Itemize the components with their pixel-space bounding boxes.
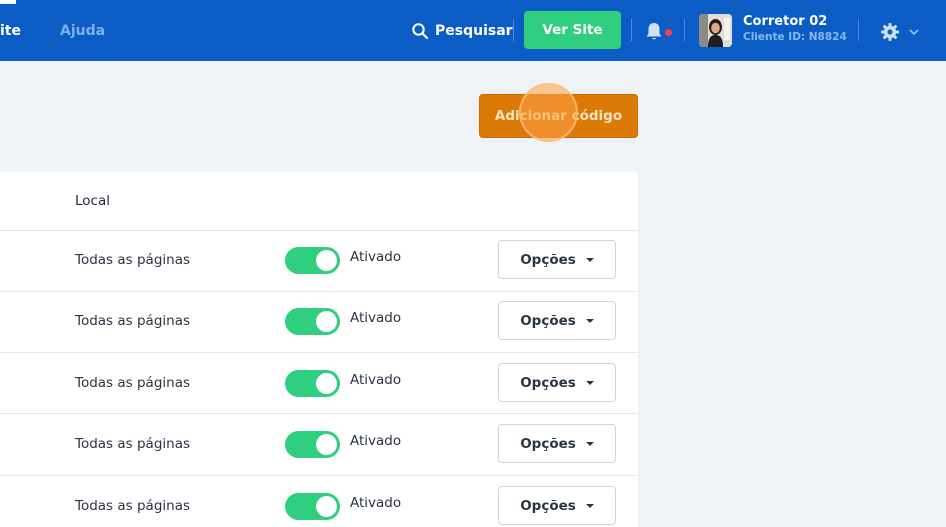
table-row: Todas as páginas Ativado Opções	[0, 230, 638, 291]
options-label: Opções	[520, 497, 576, 514]
row-status: Ativado	[350, 495, 402, 511]
user-avatar[interactable]	[699, 14, 732, 47]
row-status: Ativado	[350, 249, 402, 265]
status-toggle[interactable]	[285, 308, 340, 335]
options-label: Opções	[520, 312, 576, 329]
toggle-knob	[316, 250, 337, 271]
toggle-knob	[316, 496, 337, 517]
caret-down-icon	[585, 380, 594, 385]
options-label: Opções	[520, 251, 576, 268]
chevron-down-icon	[909, 29, 919, 36]
avatar-photo	[699, 14, 732, 47]
options-label: Opções	[520, 435, 576, 452]
table-row: Todas as páginas Ativado Opções	[0, 414, 638, 475]
toggle-knob	[316, 311, 337, 332]
options-dropdown-button[interactable]: Opções	[498, 486, 616, 525]
divider	[684, 19, 685, 41]
toggle-knob	[316, 434, 337, 455]
divider	[631, 19, 632, 41]
row-status: Ativado	[350, 372, 402, 388]
search-label: Pesquisar	[435, 23, 513, 39]
table-row: Todas as páginas Ativado Opções	[0, 291, 638, 352]
client-id: Cliente ID: N8824	[743, 31, 847, 43]
nav-item-site[interactable]: ite	[0, 21, 21, 41]
gear-icon	[881, 23, 899, 41]
search-button[interactable]: Pesquisar	[411, 20, 513, 42]
caret-down-icon	[585, 257, 594, 262]
notifications-button[interactable]	[644, 21, 674, 43]
table-row: Todas as páginas Ativado Opções	[0, 353, 638, 414]
row-local: Todas as páginas	[75, 252, 191, 268]
row-status: Ativado	[350, 310, 402, 326]
table-row: Todas as páginas Ativado Opções	[0, 476, 638, 527]
ver-site-button[interactable]: Ver Site	[524, 11, 621, 49]
caret-down-icon	[585, 441, 594, 446]
status-toggle[interactable]	[285, 247, 340, 274]
search-icon	[412, 23, 429, 40]
bell-icon	[646, 23, 662, 40]
row-local: Todas as páginas	[75, 436, 191, 452]
caret-down-icon	[585, 503, 594, 508]
column-header-local: Local	[75, 193, 110, 209]
row-local: Todas as páginas	[75, 313, 191, 329]
row-local: Todas as páginas	[75, 375, 191, 391]
notification-dot	[665, 29, 672, 36]
options-dropdown-button[interactable]: Opções	[498, 301, 616, 340]
nav-item-ajuda[interactable]: Ajuda	[60, 21, 105, 41]
row-status: Ativado	[350, 433, 402, 449]
logo-fragment	[0, 0, 16, 4]
options-dropdown-button[interactable]: Opções	[498, 424, 616, 463]
add-code-button[interactable]: Adicionar código	[479, 94, 638, 138]
options-label: Opções	[520, 374, 576, 391]
row-local: Todas as páginas	[75, 498, 191, 514]
divider	[858, 19, 859, 41]
divider	[513, 19, 514, 41]
status-toggle[interactable]	[285, 431, 340, 458]
toggle-knob	[316, 373, 337, 394]
user-name: Corretor 02	[743, 14, 828, 29]
options-dropdown-button[interactable]: Opções	[498, 363, 616, 402]
status-toggle[interactable]	[285, 370, 340, 397]
status-toggle[interactable]	[285, 493, 340, 520]
settings-menu[interactable]	[880, 21, 922, 43]
scripts-table: Local Todas as páginas Ativado Opções To…	[0, 172, 638, 527]
options-dropdown-button[interactable]: Opções	[498, 240, 616, 279]
top-navbar: ite Ajuda Pesquisar Ver Site Corretor 02…	[0, 0, 946, 61]
caret-down-icon	[585, 318, 594, 323]
